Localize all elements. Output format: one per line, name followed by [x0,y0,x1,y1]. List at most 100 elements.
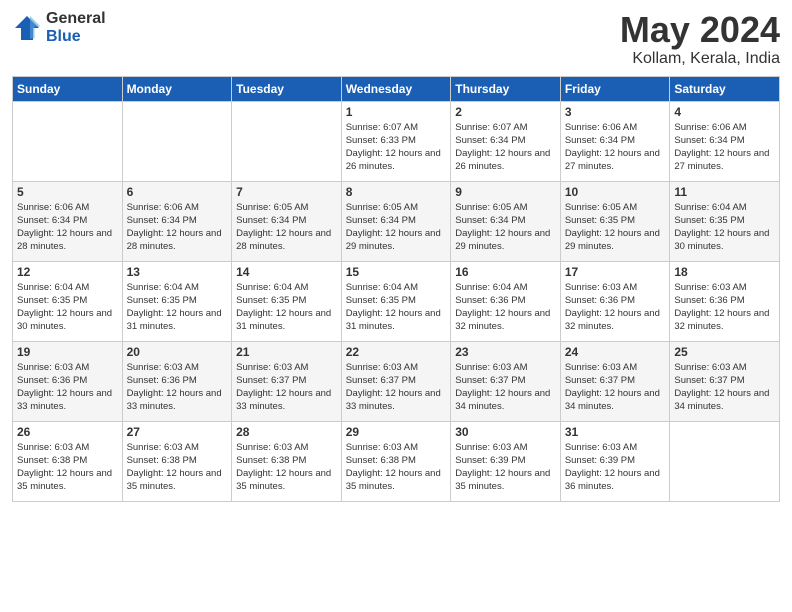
day-number: 1 [346,105,447,119]
logo-blue-text: Blue [46,28,106,46]
calendar-cell: 11Sunrise: 6:04 AM Sunset: 6:35 PM Dayli… [670,181,780,261]
calendar-cell: 6 Sunrise: 6:06 AM Sunset: 6:34 PM Daylig… [122,181,232,261]
calendar-cell: 20Sunrise: 6:03 AM Sunset: 6:36 PM Dayli… [122,341,232,421]
day-info: Sunrise: 6:04 AM Sunset: 6:35 PM Dayligh… [17,281,118,334]
day-number: 9 [455,185,556,199]
day-info: Sunrise: 6:03 AM Sunset: 6:37 PM Dayligh… [674,361,775,414]
day-number: 29 [346,425,447,439]
calendar-table: Sunday Monday Tuesday Wednesday Thursday… [12,76,780,502]
th-monday: Monday [122,76,232,101]
logo: General Blue [12,10,106,45]
week-row-1: 1 Sunrise: 6:07 AM Sunset: 6:33 PM Daylig… [13,101,780,181]
day-info: Sunrise: 6:05 AM Sunset: 6:34 PM Dayligh… [455,201,556,254]
day-number: 21 [236,345,337,359]
day-info: Sunrise: 6:03 AM Sunset: 6:37 PM Dayligh… [346,361,447,414]
day-number: 18 [674,265,775,279]
day-number: 26 [17,425,118,439]
calendar-cell: 28 Sunrise: 6:03 AM Sunset: 6:38 PM Dayli… [232,421,342,501]
th-wednesday: Wednesday [341,76,451,101]
calendar-cell: 19Sunrise: 6:03 AM Sunset: 6:36 PM Dayli… [13,341,123,421]
day-info: Sunrise: 6:07 AM Sunset: 6:34 PM Dayligh… [455,121,556,174]
day-info: Sunrise: 6:06 AM Sunset: 6:34 PM Dayligh… [127,201,228,254]
day-info: Sunrise: 6:03 AM Sunset: 6:36 PM Dayligh… [674,281,775,334]
calendar-cell [670,421,780,501]
calendar-cell: 10 Sunrise: 6:05 AM Sunset: 6:35 PM Dayli… [560,181,670,261]
calendar-cell: 21 Sunrise: 6:03 AM Sunset: 6:37 PM Dayli… [232,341,342,421]
day-info: Sunrise: 6:04 AM Sunset: 6:36 PM Dayligh… [455,281,556,334]
weekday-header-row: Sunday Monday Tuesday Wednesday Thursday… [13,76,780,101]
calendar-cell: 12 Sunrise: 6:04 AM Sunset: 6:35 PM Dayli… [13,261,123,341]
day-info: Sunrise: 6:03 AM Sunset: 6:37 PM Dayligh… [455,361,556,414]
day-info: Sunrise: 6:05 AM Sunset: 6:34 PM Dayligh… [346,201,447,254]
calendar-cell: 23 Sunrise: 6:03 AM Sunset: 6:37 PM Dayli… [451,341,561,421]
day-number: 2 [455,105,556,119]
day-number: 23 [455,345,556,359]
calendar-cell: 16 Sunrise: 6:04 AM Sunset: 6:36 PM Dayli… [451,261,561,341]
day-number: 5 [17,185,118,199]
day-info: Sunrise: 6:05 AM Sunset: 6:34 PM Dayligh… [236,201,337,254]
calendar-cell: 29Sunrise: 6:03 AM Sunset: 6:38 PM Dayli… [341,421,451,501]
calendar-cell: 9 Sunrise: 6:05 AM Sunset: 6:34 PM Daylig… [451,181,561,261]
day-number: 16 [455,265,556,279]
day-info: Sunrise: 6:03 AM Sunset: 6:37 PM Dayligh… [236,361,337,414]
day-info: Sunrise: 6:03 AM Sunset: 6:39 PM Dayligh… [455,441,556,494]
day-number: 6 [127,185,228,199]
month-title: May 2024 [620,10,780,50]
calendar-cell: 5Sunrise: 6:06 AM Sunset: 6:34 PM Daylig… [13,181,123,261]
day-number: 27 [127,425,228,439]
calendar-cell [13,101,123,181]
day-number: 31 [565,425,666,439]
title-block: May 2024 Kollam, Kerala, India [620,10,780,68]
day-number: 25 [674,345,775,359]
calendar-cell: 30 Sunrise: 6:03 AM Sunset: 6:39 PM Dayli… [451,421,561,501]
logo-text: General Blue [46,10,106,45]
day-info: Sunrise: 6:05 AM Sunset: 6:35 PM Dayligh… [565,201,666,254]
calendar-cell: 31 Sunrise: 6:03 AM Sunset: 6:39 PM Dayli… [560,421,670,501]
day-info: Sunrise: 6:03 AM Sunset: 6:36 PM Dayligh… [565,281,666,334]
day-info: Sunrise: 6:06 AM Sunset: 6:34 PM Dayligh… [565,121,666,174]
logo-icon [12,13,42,43]
day-info: Sunrise: 6:03 AM Sunset: 6:39 PM Dayligh… [565,441,666,494]
calendar-cell: 2 Sunrise: 6:07 AM Sunset: 6:34 PM Daylig… [451,101,561,181]
calendar-cell: 3 Sunrise: 6:06 AM Sunset: 6:34 PM Daylig… [560,101,670,181]
day-number: 13 [127,265,228,279]
day-info: Sunrise: 6:04 AM Sunset: 6:35 PM Dayligh… [346,281,447,334]
calendar-cell: 15 Sunrise: 6:04 AM Sunset: 6:35 PM Dayli… [341,261,451,341]
th-thursday: Thursday [451,76,561,101]
page: General Blue May 2024 Kollam, Kerala, In… [0,0,792,612]
day-info: Sunrise: 6:04 AM Sunset: 6:35 PM Dayligh… [127,281,228,334]
calendar-cell: 4 Sunrise: 6:06 AM Sunset: 6:34 PM Daylig… [670,101,780,181]
day-number: 12 [17,265,118,279]
day-number: 30 [455,425,556,439]
day-info: Sunrise: 6:07 AM Sunset: 6:33 PM Dayligh… [346,121,447,174]
calendar-cell: 14Sunrise: 6:04 AM Sunset: 6:35 PM Dayli… [232,261,342,341]
calendar-cell: 1 Sunrise: 6:07 AM Sunset: 6:33 PM Daylig… [341,101,451,181]
day-number: 4 [674,105,775,119]
day-number: 15 [346,265,447,279]
day-info: Sunrise: 6:04 AM Sunset: 6:35 PM Dayligh… [236,281,337,334]
day-number: 17 [565,265,666,279]
day-number: 10 [565,185,666,199]
calendar-cell: 27Sunrise: 6:03 AM Sunset: 6:38 PM Dayli… [122,421,232,501]
calendar-cell: 8 Sunrise: 6:05 AM Sunset: 6:34 PM Daylig… [341,181,451,261]
day-number: 3 [565,105,666,119]
week-row-2: 5 Sunrise: 6:06 AM Sunset: 6:34 PM Daylig… [13,181,780,261]
day-info: Sunrise: 6:06 AM Sunset: 6:34 PM Dayligh… [674,121,775,174]
day-number: 19 [17,345,118,359]
week-row-5: 26 Sunrise: 6:03 AM Sunset: 6:38 PM Dayli… [13,421,780,501]
calendar-cell: 18 Sunrise: 6:03 AM Sunset: 6:36 PM Dayli… [670,261,780,341]
th-saturday: Saturday [670,76,780,101]
day-info: Sunrise: 6:04 AM Sunset: 6:35 PM Dayligh… [674,201,775,254]
day-info: Sunrise: 6:03 AM Sunset: 6:38 PM Dayligh… [236,441,337,494]
day-info: Sunrise: 6:03 AM Sunset: 6:38 PM Dayligh… [17,441,118,494]
calendar-cell: 17 Sunrise: 6:03 AM Sunset: 6:36 PM Dayli… [560,261,670,341]
location-title: Kollam, Kerala, India [620,50,780,68]
header: General Blue May 2024 Kollam, Kerala, In… [12,10,780,68]
day-number: 24 [565,345,666,359]
week-row-4: 19Sunrise: 6:03 AM Sunset: 6:36 PM Dayli… [13,341,780,421]
day-info: Sunrise: 6:03 AM Sunset: 6:37 PM Dayligh… [565,361,666,414]
calendar-cell: 22Sunrise: 6:03 AM Sunset: 6:37 PM Dayli… [341,341,451,421]
day-number: 28 [236,425,337,439]
day-number: 8 [346,185,447,199]
calendar-cell: 24 Sunrise: 6:03 AM Sunset: 6:37 PM Dayli… [560,341,670,421]
